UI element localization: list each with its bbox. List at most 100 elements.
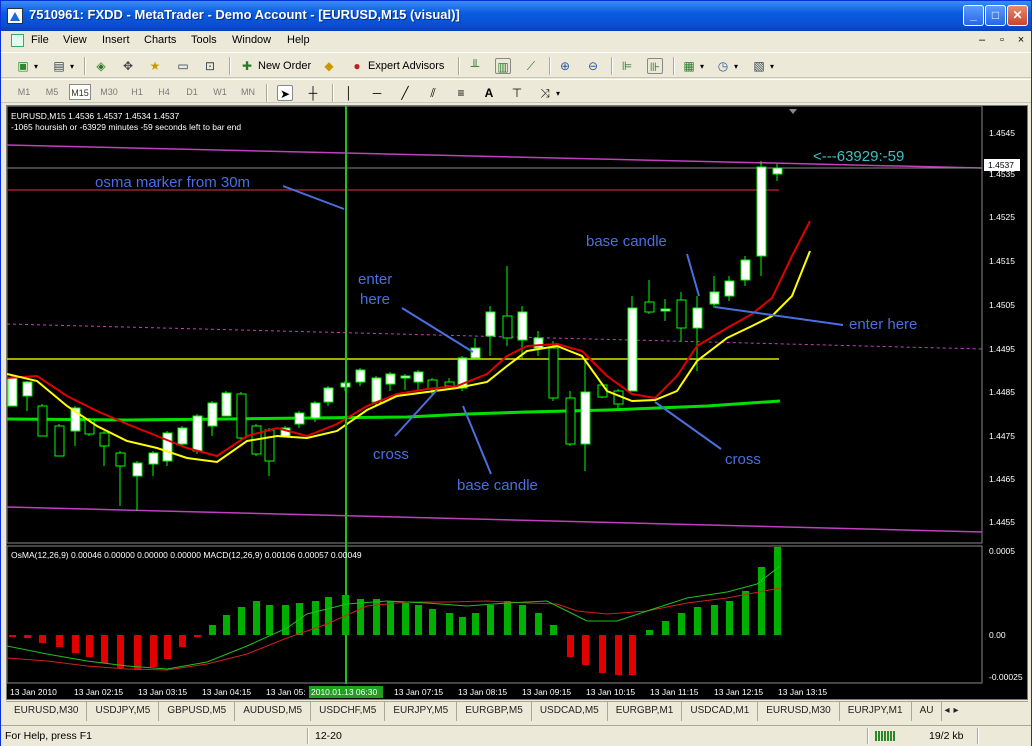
chart-tab[interactable]: EURGBP,M5	[457, 702, 532, 721]
timeframe-m5[interactable]: M5	[41, 84, 63, 100]
timeframe-m30[interactable]: M30	[98, 84, 120, 100]
menu-window[interactable]: Window	[232, 34, 271, 46]
timeframe-m1[interactable]: M1	[13, 84, 35, 100]
mdi-close-button[interactable]: ×	[1014, 34, 1028, 47]
timeframe-w1[interactable]: W1	[209, 84, 231, 100]
metatrader-app-icon[interactable]	[7, 8, 23, 24]
periods-icon[interactable]: ◷	[715, 58, 731, 74]
fibonacci-icon[interactable]: ≡	[453, 85, 469, 101]
osma-bar-positive	[312, 601, 319, 635]
chart-tab[interactable]: EURJPY,M5	[385, 702, 458, 721]
indicator-scale-label: 0.0005	[989, 546, 1015, 556]
bull-candle	[533, 337, 544, 349]
terminal-icon[interactable]: ▭	[175, 58, 191, 74]
new-chart-icon[interactable]: ▣	[15, 58, 31, 74]
osma-bar-negative	[86, 635, 93, 657]
osma-bar-negative	[150, 635, 157, 667]
time-label: 13 Jan 09:15	[522, 687, 571, 697]
text-label-icon[interactable]: ⊤	[509, 85, 525, 101]
osma-bar-positive	[429, 609, 436, 635]
metaeditor-icon[interactable]: ◆	[321, 58, 337, 74]
mdi-minimize-button[interactable]: –	[975, 34, 989, 47]
menu-help[interactable]: Help	[287, 34, 310, 46]
bull-candle	[400, 375, 411, 379]
data-window-icon[interactable]: ✥	[120, 58, 136, 74]
profiles-icon[interactable]: ▤	[51, 58, 67, 74]
menu-file[interactable]: File	[31, 34, 49, 46]
osma-bar-positive	[209, 625, 216, 635]
osma-bar-positive	[774, 547, 781, 635]
time-label: 13 Jan 10:15	[586, 687, 635, 697]
mdi-restore-button[interactable]: ▫	[995, 34, 1009, 47]
strategy-tester-icon[interactable]: ⊡	[202, 58, 218, 74]
expert-advisors-button[interactable]: ● Expert Advisors	[349, 57, 444, 75]
zoom-out-icon[interactable]: ⊖	[585, 58, 601, 74]
menu-tools[interactable]: Tools	[191, 34, 217, 46]
timeframe-h4[interactable]: H4	[153, 84, 175, 100]
menu-insert[interactable]: Insert	[102, 34, 130, 46]
close-button[interactable]: ✕	[1007, 5, 1028, 26]
bear-candle	[264, 429, 275, 462]
line-chart-icon[interactable]: ⟋	[523, 58, 539, 74]
indicators-icon[interactable]: ▦	[681, 58, 697, 74]
chart-tab[interactable]: EURGBP,M1	[608, 702, 683, 721]
bear-candle	[115, 452, 126, 467]
text-tool-icon[interactable]: A	[481, 85, 497, 101]
tabs-scroll-right-icon[interactable]: ▸	[952, 702, 961, 721]
templates-icon[interactable]: ▧	[751, 58, 767, 74]
chart-tab[interactable]: EURJPY,M1	[840, 702, 912, 721]
chart-tab[interactable]: GBPUSD,M5	[159, 702, 236, 721]
timeframe-h1[interactable]: H1	[126, 84, 148, 100]
bull-candle	[740, 259, 751, 281]
expert-advisors-label: Expert Advisors	[368, 60, 445, 72]
chart-window[interactable]: EURUSD,M15 1.4536 1.4537 1.4534 1.4537 -…	[6, 105, 1028, 700]
menu-charts[interactable]: Charts	[144, 34, 176, 46]
osma-bar-negative	[615, 635, 622, 675]
navigator-icon[interactable]: ★	[147, 58, 163, 74]
bull-candle	[385, 373, 396, 385]
chart-tab[interactable]: AUDUSD,M5	[235, 702, 312, 721]
trendline-icon[interactable]: ╱	[397, 85, 413, 101]
time-label: 13 Jan 05:	[266, 687, 306, 697]
maximize-button[interactable]: □	[985, 5, 1006, 26]
candlestick-chart-icon[interactable]: ▥	[495, 58, 511, 74]
chart-canvas[interactable]: EURUSD,M15 1.4536 1.4537 1.4534 1.4537 -…	[6, 105, 1027, 699]
chart-tab[interactable]: AU	[912, 702, 943, 721]
timeframe-d1[interactable]: D1	[181, 84, 203, 100]
cursor-icon[interactable]: ➤	[277, 85, 293, 101]
menu-view[interactable]: View	[63, 34, 87, 46]
crosshair-icon[interactable]: ┼	[305, 85, 321, 101]
annotation-base-candle-top: base candle	[586, 233, 667, 250]
zoom-in-icon[interactable]: ⊕	[557, 58, 573, 74]
osma-bar-negative	[164, 635, 171, 659]
osma-bar-positive	[694, 607, 701, 635]
title-bar[interactable]: 7510961: FXDD - MetaTrader - Demo Accoun…	[1, 1, 1031, 31]
chart-tab[interactable]: EURUSD,M30	[758, 702, 840, 721]
chart-tab[interactable]: USDCAD,M1	[682, 702, 759, 721]
bar-chart-icon[interactable]: ╨	[467, 58, 483, 74]
osma-bar-positive	[726, 601, 733, 635]
horizontal-line-icon[interactable]: ─	[369, 85, 385, 101]
chart-tab[interactable]: USDCAD,M5	[532, 702, 608, 721]
arrows-icon[interactable]: ⤨	[537, 85, 553, 101]
new-order-button[interactable]: ✚ New Order	[239, 57, 311, 75]
chart-tab[interactable]: EURUSD,M30	[6, 702, 88, 721]
tabs-scroll-left-icon[interactable]: ◂	[942, 702, 951, 721]
document-icon[interactable]	[11, 34, 24, 47]
price-label: 1.4495	[989, 344, 1015, 354]
bear-candle	[676, 299, 687, 329]
minimize-button[interactable]: _	[963, 5, 984, 26]
vertical-line-icon[interactable]: │	[341, 85, 357, 101]
status-profile: 12-20	[315, 730, 342, 742]
chart-tab[interactable]: USDCHF,M5	[311, 702, 386, 721]
auto-scroll-icon[interactable]: ⊫	[619, 58, 635, 74]
bull-candle	[371, 377, 382, 403]
status-traffic: 19/2 kb	[929, 730, 964, 742]
timeframe-mn[interactable]: MN	[237, 84, 259, 100]
chart-tab[interactable]: USDJPY,M5	[87, 702, 160, 721]
chart-shift-icon[interactable]: ⊪	[647, 58, 663, 74]
market-watch-icon[interactable]: ◈	[93, 58, 109, 74]
equidistant-channel-icon[interactable]: ⫽	[425, 85, 441, 101]
timeframe-m15[interactable]: M15	[69, 84, 91, 100]
bull-candle	[660, 308, 671, 312]
